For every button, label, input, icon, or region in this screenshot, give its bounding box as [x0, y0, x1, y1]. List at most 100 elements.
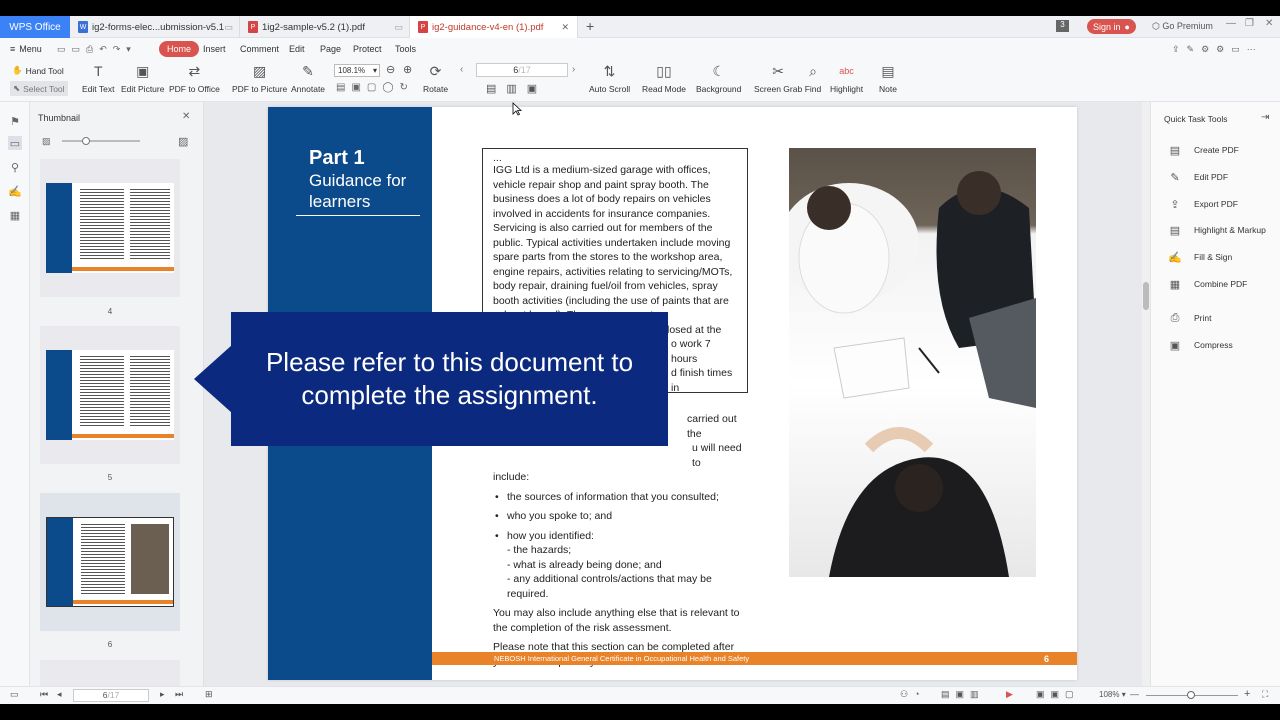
annotate-button[interactable]: ✎ Annotate [291, 62, 326, 95]
thumbnail-size-slider[interactable] [62, 137, 140, 145]
sign-in-button[interactable]: Sign in ● [1087, 19, 1136, 34]
tab-protect[interactable]: Protect [353, 41, 382, 57]
tab-monitor-icon[interactable]: ▭ [224, 22, 233, 33]
tab-monitor-icon[interactable]: ▭ [394, 22, 403, 33]
page-number-input[interactable]: 6/17 [476, 63, 568, 77]
edit-picture-button[interactable]: ▣ Edit Picture [121, 62, 164, 95]
print-item[interactable]: ⎙ Print [1169, 312, 1212, 324]
menu-bar: ≡ Menu ▭▭⎙↶↷▾ Home Insert Comment Edit Pa… [0, 38, 1280, 60]
thumbnail-icon[interactable]: ▭ [8, 136, 22, 150]
status-zoom-in-icon[interactable]: + [1244, 688, 1250, 700]
view-mode-icons[interactable]: ▤▣▢◯↻ [336, 82, 414, 93]
zoom-slider[interactable] [1146, 691, 1238, 699]
prev-page-status-icon[interactable]: ◂ [57, 689, 62, 700]
thumbnail-page-7[interactable] [40, 660, 180, 686]
tab-insert[interactable]: Insert [203, 41, 226, 57]
tab-comment[interactable]: Comment [240, 41, 279, 57]
background-button[interactable]: ☾ Background [696, 62, 741, 95]
compress-item[interactable]: ▣ Compress [1169, 339, 1233, 352]
status-page-input[interactable]: 6/17 [73, 689, 149, 702]
pdf-to-office-button[interactable]: ⇄ PDF to Office [169, 62, 220, 95]
tab-page[interactable]: Page [320, 41, 341, 57]
tab-doc-2[interactable]: P 1ig2-sample-v5.2 (1).pdf ▭ [240, 16, 410, 38]
large-image-icon[interactable]: ▨ [178, 135, 188, 148]
quick-task-panel: Quick Task Tools ⇥ ▤ Create PDF ✎ Edit PDF… [1150, 102, 1280, 686]
fullscreen-icon[interactable]: ⛶ [1262, 689, 1268, 700]
next-page-status-icon[interactable]: ▸ [160, 689, 165, 700]
fill-sign-item[interactable]: ✍ Fill & Sign [1168, 251, 1232, 264]
status-zoom-out-icon[interactable]: — [1130, 689, 1139, 699]
last-page-icon[interactable]: ⏭ [175, 689, 183, 700]
highlight-markup-item[interactable]: ▤ Highlight & Markup [1169, 224, 1266, 237]
attachment-icon[interactable]: ⚲ [8, 160, 22, 174]
new-tab-plus-icon[interactable]: + [586, 18, 594, 34]
create-pdf-item[interactable]: ▤ Create PDF [1169, 144, 1239, 157]
pdf-to-picture-button[interactable]: ▨ PDF to Picture [232, 62, 287, 95]
annotate-icon: ✎ [302, 62, 314, 79]
page-layout-icons[interactable]: ▤▥▣ [486, 82, 547, 95]
thumbnail-page-4[interactable] [40, 159, 180, 297]
thumbnail-page-5[interactable] [40, 326, 180, 464]
annotate-label: Annotate [291, 84, 326, 94]
slider-handle[interactable] [82, 137, 90, 145]
combine-pdf-item[interactable]: ▦ Combine PDF [1169, 278, 1248, 291]
form-icon[interactable]: ▦ [8, 208, 22, 222]
zoom-slider-handle[interactable] [1187, 691, 1195, 699]
quick-access-icons[interactable]: ▭▭⎙↶↷▾ [57, 41, 137, 57]
menu-button[interactable]: ≡ Menu [10, 41, 42, 57]
play-icon[interactable]: ▶ [1006, 689, 1013, 700]
bookmark-icon[interactable]: ⚑ [8, 114, 22, 128]
zoom-in-icon[interactable]: ⊕ [403, 63, 412, 76]
find-button[interactable]: ⌕ Find [804, 62, 822, 95]
zoom-select[interactable]: 108.1% ▾ [334, 64, 380, 77]
add-page-icon[interactable]: ⊞ [205, 689, 213, 700]
signature-icon[interactable]: ✍ [8, 184, 22, 198]
auto-scroll-button[interactable]: ⇅ Auto Scroll [589, 62, 630, 95]
read-mode-button[interactable]: ▯▯ Read Mode [642, 62, 686, 95]
view-layout-icons[interactable]: ▤▣▥ [941, 689, 985, 700]
scrollbar-thumb[interactable] [1143, 282, 1149, 310]
edit-text-button[interactable]: T Edit Text [82, 62, 114, 94]
minimize-icon[interactable]: — [1226, 18, 1236, 29]
zoom-out-icon[interactable]: ⊖ [386, 63, 395, 76]
prev-page-icon[interactable]: ‹ [460, 64, 463, 75]
close-panel-icon[interactable]: ✕ [182, 111, 190, 122]
app-home-tab[interactable]: WPS Office [0, 16, 70, 38]
note-button[interactable]: ▤ Note [879, 62, 897, 95]
vertical-scrollbar[interactable] [1142, 102, 1150, 686]
highlight-label: Highlight [830, 84, 864, 94]
select-tool-button[interactable]: ⬉ Select Tool [10, 81, 68, 96]
screen-grab-button[interactable]: ✂ Screen Grab [754, 62, 802, 95]
tab-doc-1[interactable]: W ig2-forms-elec...ubmission-v5.1 ▭ [70, 16, 240, 38]
tab-tools[interactable]: Tools [395, 41, 416, 57]
create-pdf-label: Create PDF [1194, 145, 1239, 155]
read-mode-label: Read Mode [642, 84, 686, 94]
export-pdf-item[interactable]: ⇪ Export PDF [1169, 198, 1238, 211]
restore-icon[interactable]: ❐ [1245, 18, 1254, 29]
small-image-icon[interactable]: ▨ [42, 136, 51, 147]
first-page-icon[interactable]: ⏮ [40, 689, 48, 700]
go-premium-link[interactable]: ⬡ Go Premium [1152, 21, 1213, 32]
zoom-level[interactable]: 108% ▾ [1099, 690, 1126, 699]
fit-view-icons[interactable]: ▣▣▢ [1036, 689, 1080, 700]
collapse-panel-icon[interactable]: ⇥ [1261, 112, 1269, 123]
highlight-button[interactable]: abc Highlight [830, 62, 863, 94]
hand-tool-button[interactable]: ✋ Hand Tool [12, 65, 64, 76]
tab-edit[interactable]: Edit [289, 41, 305, 57]
pdf-file-icon: P [418, 21, 428, 33]
thumbnail-image [46, 517, 174, 607]
status-tools-icons[interactable]: ⚇◔ [900, 689, 926, 700]
rotate-button[interactable]: ⟳ Rotate [423, 62, 448, 95]
sidebar-toggle-icon[interactable]: ▭ [10, 689, 19, 700]
tab-home[interactable]: Home [159, 41, 200, 57]
status-bar: ▭ ⏮ ◂ 6/17 ▸ ⏭ ⊞ ⚇◔ ▤▣▥ ▶ ▣▣▢ 108% ▾ — +… [0, 686, 1280, 704]
tab-doc-3[interactable]: P ig2-guidance-v4-en (1).pdf ✕ [410, 16, 578, 38]
next-page-icon[interactable]: › [572, 64, 575, 75]
close-window-icon[interactable]: ✕ [1265, 18, 1273, 29]
thumbnail-page-6[interactable] [40, 493, 180, 631]
ribbon-right-icons[interactable]: ⇪✎⚙⚙▭⋯ [1172, 41, 1263, 57]
list-item-text: how you identified: [507, 529, 594, 542]
edit-pdf-item[interactable]: ✎ Edit PDF [1169, 171, 1228, 184]
tab-count-badge[interactable]: 3 [1056, 20, 1069, 32]
close-tab-icon[interactable]: ✕ [561, 22, 569, 33]
